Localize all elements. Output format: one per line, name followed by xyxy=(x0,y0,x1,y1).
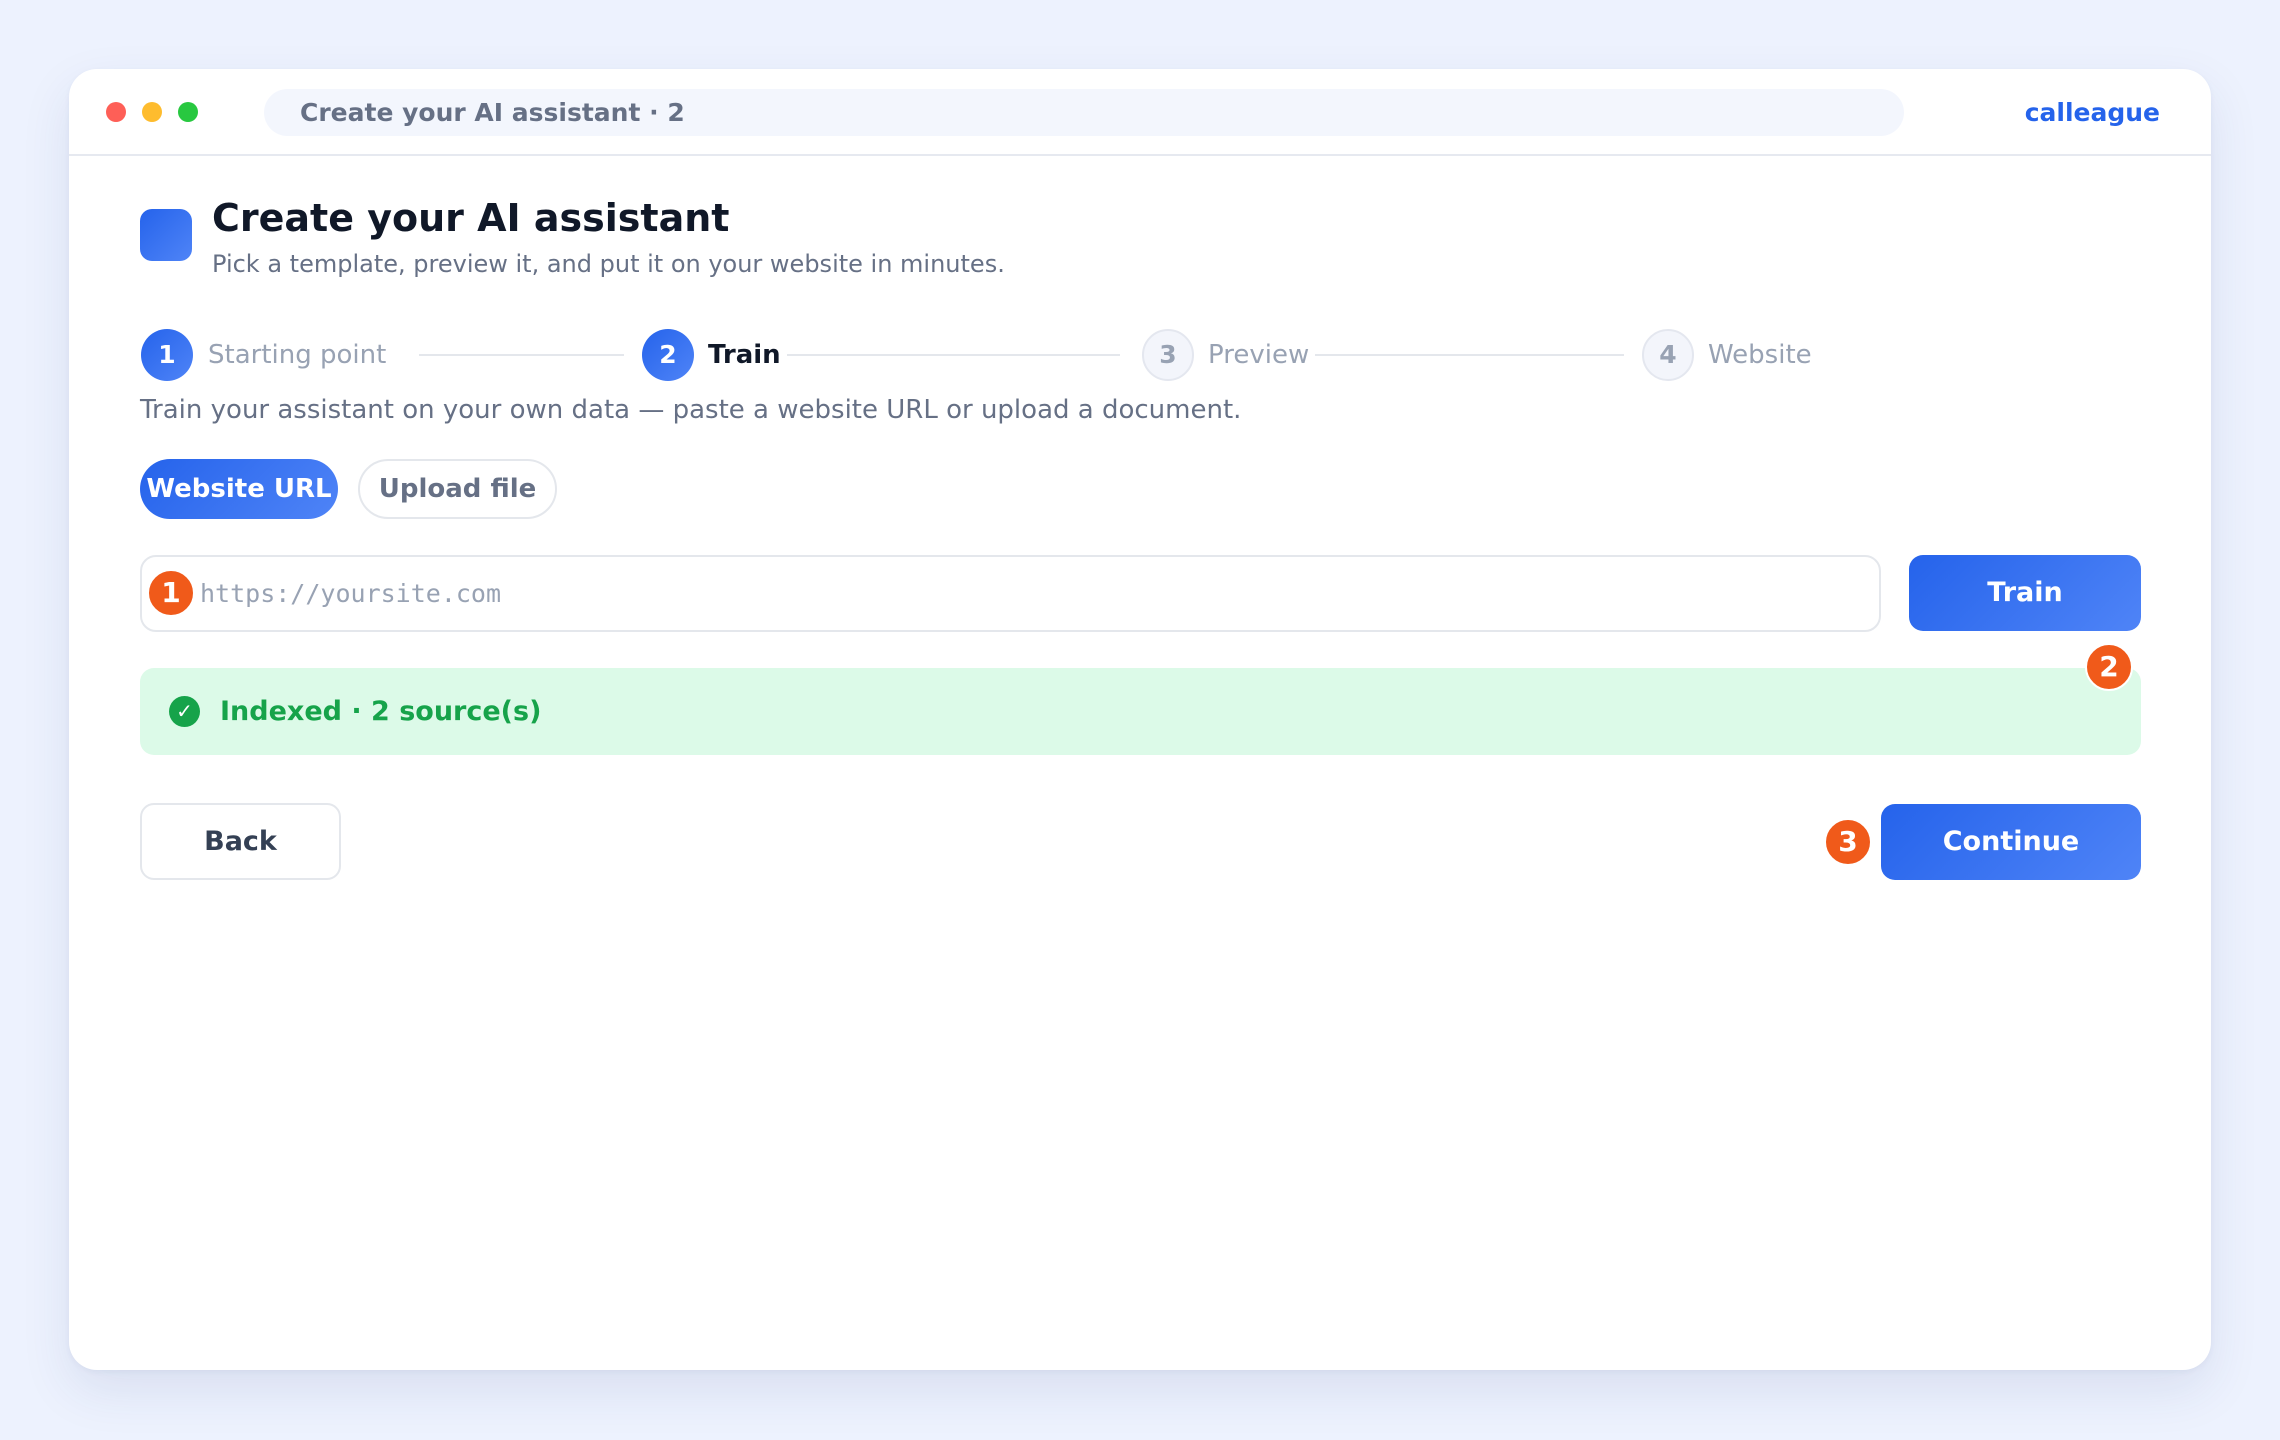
indexed-status-banner: ✓ Indexed · 2 source(s) xyxy=(140,668,2141,755)
brand-name[interactable]: calleague xyxy=(2025,69,2160,156)
address-text: Create your AI assistant · 2 xyxy=(300,98,685,127)
check-circle-icon: ✓ xyxy=(169,696,200,727)
step-connector xyxy=(419,354,624,356)
tab-upload-file[interactable]: Upload file xyxy=(358,459,557,519)
page-title: Create your AI assistant xyxy=(212,196,730,240)
maximize-window-dot[interactable] xyxy=(178,102,198,122)
address-bar[interactable]: Create your AI assistant · 2 xyxy=(264,89,1904,136)
title-bar: Create your AI assistant · 2 calleague xyxy=(69,69,2211,156)
step-1-number[interactable]: 1 xyxy=(141,329,193,381)
app-window: Create your AI assistant · 2 calleague C… xyxy=(69,69,2211,1370)
website-url-input[interactable] xyxy=(140,555,1881,632)
tab-website-url[interactable]: Website URL xyxy=(140,459,338,519)
close-window-dot[interactable] xyxy=(106,102,126,122)
step-4-number[interactable]: 4 xyxy=(1642,329,1694,381)
step-1-label: Starting point xyxy=(208,340,387,370)
continue-button[interactable]: Continue xyxy=(1881,804,2141,880)
step-connector xyxy=(787,354,1120,356)
step-2-number[interactable]: 2 xyxy=(642,329,694,381)
page-subtitle: Pick a template, preview it, and put it … xyxy=(212,250,1005,278)
app-logo-icon xyxy=(140,209,192,261)
step-4-label: Website xyxy=(1708,340,1812,370)
annotation-badge-2: 2 xyxy=(2085,643,2133,691)
minimize-window-dot[interactable] xyxy=(142,102,162,122)
step-3-number[interactable]: 3 xyxy=(1142,329,1194,381)
step-3-label: Preview xyxy=(1208,340,1310,370)
indexed-status-text: Indexed · 2 source(s) xyxy=(220,696,542,727)
step-connector xyxy=(1315,354,1624,356)
annotation-badge-1: 1 xyxy=(147,569,195,617)
train-instruction: Train your assistant on your own data — … xyxy=(140,395,1242,425)
step-2-label: Train xyxy=(708,340,781,370)
back-button[interactable]: Back xyxy=(140,803,341,880)
annotation-badge-3: 3 xyxy=(1824,818,1872,866)
train-button[interactable]: Train xyxy=(1909,555,2141,631)
